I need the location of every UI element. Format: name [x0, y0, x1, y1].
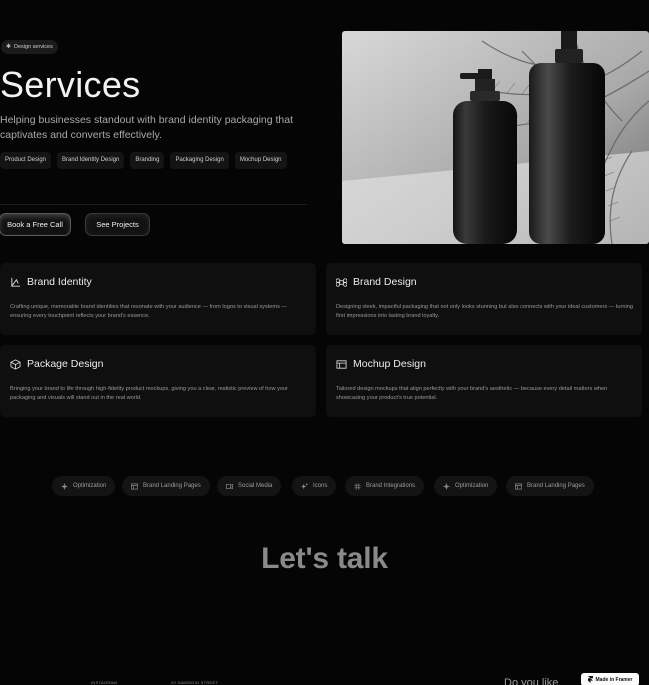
tag-label: Icons	[313, 483, 328, 489]
tag-label: Brand Integrations	[366, 483, 416, 489]
chip-brand-identity-design[interactable]: Brand Identity Design	[57, 152, 125, 169]
framer-badge-label: Made in Framer	[595, 676, 633, 683]
tag-brand-integrations[interactable]: Brand Integrations	[345, 476, 425, 496]
tag-brand-landing-pages-2[interactable]: Brand Landing Pages	[506, 476, 594, 496]
card-title: Mochup Design	[353, 358, 426, 370]
tag-label: Brand Landing Pages	[527, 483, 585, 489]
sparkles-icon	[301, 482, 308, 489]
lets-talk-heading: Let's talk	[261, 542, 388, 575]
card-text: Bringing your brand to life through high…	[10, 386, 288, 401]
service-chips: Product Design Brand Identity Design Bra…	[0, 152, 310, 169]
layout-icon	[515, 483, 522, 489]
brand-identity-icon	[11, 277, 21, 287]
tag-label: Brand Landing Pages	[143, 483, 201, 489]
tag-label: Optimization	[73, 483, 107, 489]
badge-label: Design services	[14, 44, 53, 50]
share-icon	[226, 483, 233, 489]
asterisk-icon: ✱	[6, 44, 12, 50]
tag-optimization-2[interactable]: Optimization	[434, 476, 498, 496]
card-brand-identity[interactable]: Brand Identity Crafting unique, memorabl…	[0, 263, 316, 335]
tag-social-media[interactable]: Social Media	[217, 476, 282, 496]
see-projects-button[interactable]: See Projects	[86, 214, 149, 235]
tag-label: Optimization	[455, 483, 489, 489]
chip-branding[interactable]: Branding	[130, 152, 165, 169]
sparkle-icon	[443, 482, 450, 490]
sparkle-icon	[61, 482, 68, 490]
tag-label: Social Media	[238, 483, 273, 489]
divider	[0, 204, 307, 205]
services-marquee: Optimization Brand Landing Pages Social …	[0, 476, 649, 496]
hash-icon	[354, 482, 361, 490]
tag-optimization[interactable]: Optimization	[52, 476, 116, 496]
tag-brand-landing-pages[interactable]: Brand Landing Pages	[122, 476, 210, 496]
layout-icon	[336, 359, 347, 369]
card-brand-design[interactable]: Brand Design Designing sleek, impactful …	[326, 263, 642, 335]
footer-address: 20 SAMSIDIN STREET	[171, 680, 219, 685]
footer-instagram-link[interactable]: INSTAGRAM	[91, 680, 117, 685]
footer-partial-heading: Do you like	[504, 677, 559, 685]
chip-packaging-design[interactable]: Packaging Design	[170, 152, 229, 169]
page-title: Services	[0, 64, 141, 105]
card-text: Crafting unique, memorable brand identit…	[10, 304, 288, 319]
package-icon	[10, 358, 21, 370]
layout-icon	[131, 483, 138, 489]
design-services-badge: ✱ Design services	[1, 40, 58, 54]
card-text: Tailored design mockups that align perfe…	[336, 386, 608, 401]
framer-logo-icon	[587, 676, 593, 683]
made-in-framer-badge[interactable]: Made in Framer	[581, 673, 639, 685]
card-package-design[interactable]: Package Design Bringing your brand to li…	[0, 345, 316, 417]
command-icon	[336, 277, 347, 287]
card-title: Brand Design	[353, 276, 417, 288]
page-subtitle: Helping businesses standout with brand i…	[0, 114, 294, 141]
tag-icons[interactable]: Icons	[292, 476, 337, 496]
card-text: Designing sleek, impactful packaging tha…	[336, 304, 633, 319]
chip-product-design[interactable]: Product Design	[0, 152, 52, 169]
card-mochup-design[interactable]: Mochup Design Tailored design mockups th…	[326, 345, 642, 417]
card-title: Package Design	[27, 358, 104, 370]
chip-mochup-design[interactable]: Mochup Design	[234, 152, 287, 169]
hero-product-image	[342, 31, 649, 244]
card-title: Brand Identity	[27, 276, 92, 288]
book-call-button[interactable]: Book a Free Call	[0, 214, 70, 235]
